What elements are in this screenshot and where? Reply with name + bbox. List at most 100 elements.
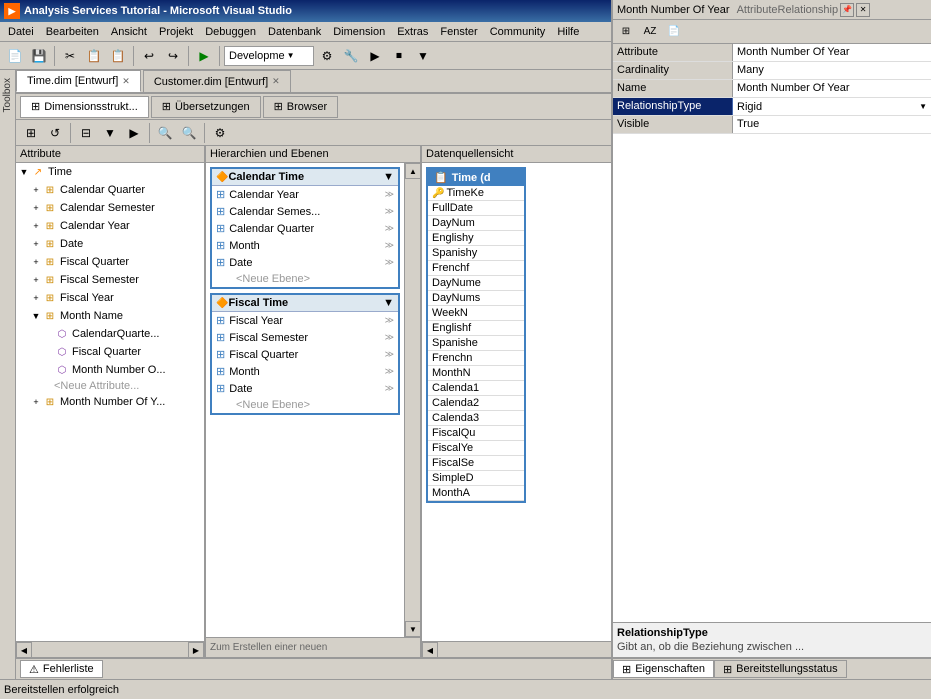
paste-button[interactable]: 📋 xyxy=(107,45,129,67)
hierarchy-cal-date[interactable]: ⊞ Date ≫ xyxy=(212,254,398,271)
ds-row-daynum3[interactable]: DayNums xyxy=(428,291,524,306)
save-button[interactable]: 💾 xyxy=(28,45,50,67)
sub-tab-browser[interactable]: ⊞ Browser xyxy=(263,96,339,118)
ds-row-calenda1[interactable]: Calenda1 xyxy=(428,381,524,396)
menu-fenster[interactable]: Fenster xyxy=(434,24,483,40)
level-icon-cal-quarter: ⊞ xyxy=(216,222,225,235)
sub-btn-settings[interactable]: ⚙ xyxy=(209,122,231,144)
ds-row-french[interactable]: Frenchf xyxy=(428,261,524,276)
table-title: Time (d xyxy=(452,172,491,184)
copy-button[interactable]: 📋 xyxy=(83,45,105,67)
hierarchy-cal-year[interactable]: ⊞ Calendar Year ≫ xyxy=(212,186,398,203)
configuration-dropdown[interactable]: Developme ▼ xyxy=(224,46,314,66)
scroll-right-btn[interactable]: ▶ xyxy=(188,642,204,657)
tree-item-fisy[interactable]: + ⊞ Fiscal Year xyxy=(28,289,204,307)
sub-tab-struktur[interactable]: ⊞ Dimensionsstrukt... xyxy=(20,96,149,118)
undo-button[interactable]: ↩ xyxy=(138,45,160,67)
sub-btn-zoom-out[interactable]: 🔍 xyxy=(178,122,200,144)
tree-time-root[interactable]: ▼ ↗ Time xyxy=(16,163,204,181)
hierarchy-fis-quarter[interactable]: ⊞ Fiscal Quarter ≫ xyxy=(212,346,398,363)
ds-row-fulldate[interactable]: FullDate xyxy=(428,201,524,216)
ds-row-calenda2[interactable]: Calenda2 xyxy=(428,396,524,411)
tree-item-newattr[interactable]: <Neue Attribute... xyxy=(40,379,204,393)
scroll-left-ds[interactable]: ◀ xyxy=(422,642,438,657)
ds-row-fiscalqu[interactable]: FiscalQu xyxy=(428,426,524,441)
tree-item-fisq[interactable]: + ⊞ Fiscal Quarter xyxy=(28,253,204,271)
tree-item-monnum[interactable]: + ⊞ Month Number Of Y... xyxy=(28,393,204,411)
hierarchy-cal-quarter[interactable]: ⊞ Calendar Quarter ≫ xyxy=(212,220,398,237)
ds-row-english[interactable]: Englishy xyxy=(428,231,524,246)
ds-row-fiscalye[interactable]: FiscalYe xyxy=(428,441,524,456)
ds-row-english2[interactable]: Englishf xyxy=(428,321,524,336)
cut-button[interactable]: ✂ xyxy=(59,45,81,67)
menu-community[interactable]: Community xyxy=(484,24,552,40)
toolbar-dropdown-2[interactable]: ▼ xyxy=(412,45,434,67)
tree-item-calqc[interactable]: ⬡ CalendarQuarte... xyxy=(40,325,204,343)
sub-btn-5[interactable]: ▶ xyxy=(123,122,145,144)
hierarchy-fis-month[interactable]: ⊞ Month ≫ xyxy=(212,363,398,380)
tree-item-monn[interactable]: ▼ ⊞ Month Name xyxy=(28,307,204,325)
menu-ansicht[interactable]: Ansicht xyxy=(105,24,153,40)
menu-datenbank[interactable]: Datenbank xyxy=(262,24,327,40)
sub-btn-zoom-in[interactable]: 🔍 xyxy=(154,122,176,144)
tab-time-dim-close[interactable]: ✕ xyxy=(122,76,130,87)
scroll-down-hier[interactable]: ▼ xyxy=(405,621,420,637)
ds-row-french2[interactable]: Frenchn xyxy=(428,351,524,366)
hierarchy-cal-new-level[interactable]: <Neue Ebene> xyxy=(212,271,398,287)
new-file-button[interactable]: 📄 xyxy=(4,45,26,67)
tree-item-monno[interactable]: ⬡ Month Number O... xyxy=(40,361,204,379)
ds-row-weekn[interactable]: WeekN xyxy=(428,306,524,321)
hierarchy-calendar-time-header[interactable]: 🔶 Calendar Time ▼ xyxy=(212,169,398,186)
ds-row-monthn[interactable]: MonthN xyxy=(428,366,524,381)
hierarchy-cal-month[interactable]: ⊞ Month ≫ xyxy=(212,237,398,254)
sub-btn-1[interactable]: ⊞ xyxy=(20,122,42,144)
ds-row-simpled[interactable]: SimpleD xyxy=(428,471,524,486)
hierarchy-fis-year[interactable]: ⊞ Fiscal Year ≫ xyxy=(212,312,398,329)
tab-customer-dim[interactable]: Customer.dim [Entwurf] ✕ xyxy=(143,70,291,92)
tree-item-cals[interactable]: + ⊞ Calendar Semester xyxy=(28,199,204,217)
menu-debuggen[interactable]: Debuggen xyxy=(199,24,262,40)
toolbar-extra-4[interactable]: ⏹ xyxy=(388,45,410,67)
ds-row-calenda3[interactable]: Calenda3 xyxy=(428,411,524,426)
redo-button[interactable]: ↪ xyxy=(162,45,184,67)
tab-time-dim[interactable]: Time.dim [Entwurf] ✕ xyxy=(16,70,141,92)
toolbar-extra-3[interactable]: ▶ xyxy=(364,45,386,67)
sub-tab-ubersetzungen[interactable]: ⊞ Übersetzungen xyxy=(151,96,261,118)
hierarchies-scrollbar[interactable]: ▲ ▼ xyxy=(404,163,420,637)
attributes-scrollbar-h[interactable]: ◀ ▶ xyxy=(16,641,204,657)
sub-btn-3[interactable]: ⊟ xyxy=(75,122,97,144)
tab-customer-dim-close[interactable]: ✕ xyxy=(272,76,280,87)
ds-row-montha[interactable]: MonthA xyxy=(428,486,524,501)
hierarchy-cal-semes[interactable]: ⊞ Calendar Semes... ≫ xyxy=(212,203,398,220)
menu-datei[interactable]: Datei xyxy=(2,24,40,40)
tree-item-fiss[interactable]: + ⊞ Fiscal Semester xyxy=(28,271,204,289)
toolbar-extra-2[interactable]: 🔧 xyxy=(340,45,362,67)
ds-row-fiscalse[interactable]: FiscalSe xyxy=(428,456,524,471)
menu-projekt[interactable]: Projekt xyxy=(153,24,199,40)
sub-btn-2[interactable]: ↺ xyxy=(44,122,66,144)
hierarchy-fiscal-time-header[interactable]: 🔶 Fiscal Time ▼ xyxy=(212,295,398,312)
menu-dimension[interactable]: Dimension xyxy=(327,24,391,40)
hierarchy-fis-new-level[interactable]: <Neue Ebene> xyxy=(212,397,398,413)
tree-item-fisqc[interactable]: ⬡ Fiscal Quarter xyxy=(40,343,204,361)
play-button[interactable]: ▶ xyxy=(193,45,215,67)
props-desc-title: RelationshipType xyxy=(617,627,915,639)
ds-row-daynum2[interactable]: DayNume xyxy=(428,276,524,291)
tree-item-date[interactable]: + ⊞ Date xyxy=(28,235,204,253)
hierarchy-fis-semester[interactable]: ⊞ Fiscal Semester ≫ xyxy=(212,329,398,346)
sub-btn-4[interactable]: ▼ xyxy=(99,122,121,144)
tab-fehlerliste[interactable]: ⚠ Fehlerliste xyxy=(20,660,103,678)
scroll-left-btn[interactable]: ◀ xyxy=(16,642,32,657)
ds-row-spanish2[interactable]: Spanishe xyxy=(428,336,524,351)
scroll-up-hier[interactable]: ▲ xyxy=(405,163,420,179)
menu-hilfe[interactable]: Hilfe xyxy=(551,24,585,40)
ds-row-spanish[interactable]: Spanishy xyxy=(428,246,524,261)
toolbar-extra-1[interactable]: ⚙ xyxy=(316,45,338,67)
menu-extras[interactable]: Extras xyxy=(391,24,434,40)
tree-item-calq[interactable]: + ⊞ Calendar Quarter xyxy=(28,181,204,199)
tree-item-caly[interactable]: + ⊞ Calendar Year xyxy=(28,217,204,235)
menu-bearbeiten[interactable]: Bearbeiten xyxy=(40,24,105,40)
hierarchy-fis-date[interactable]: ⊞ Date ≫ xyxy=(212,380,398,397)
ds-row-timekey[interactable]: 🔑 TimeKe xyxy=(428,186,524,201)
ds-row-daynum[interactable]: DayNum xyxy=(428,216,524,231)
